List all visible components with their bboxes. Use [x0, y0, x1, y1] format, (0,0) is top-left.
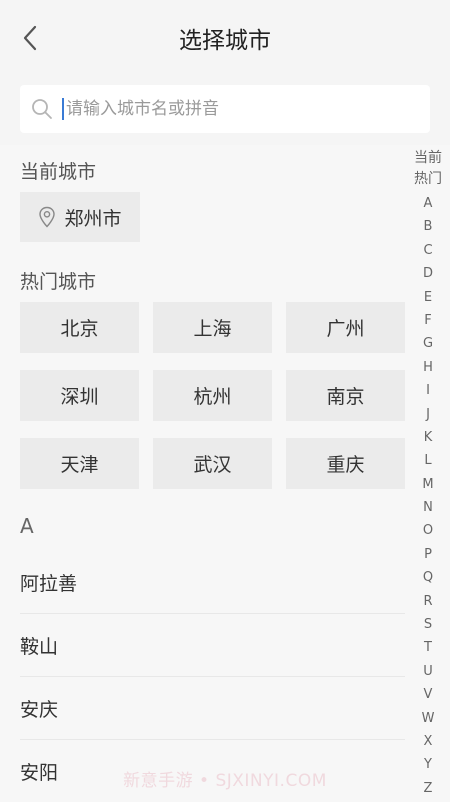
alphabet-index-bar: 当前 热门 A B C D E F G H I J K L M N O P Q …: [410, 148, 446, 800]
index-letter[interactable]: R: [423, 590, 432, 613]
index-letter[interactable]: H: [423, 356, 433, 379]
hot-city-button[interactable]: 南京: [286, 370, 405, 421]
hot-city-button[interactable]: 深圳: [20, 370, 139, 421]
index-letter[interactable]: U: [423, 660, 433, 683]
index-letter[interactable]: P: [424, 543, 432, 566]
city-list-item[interactable]: 安庆: [20, 677, 405, 740]
index-letter[interactable]: C: [423, 239, 432, 262]
hot-city-button[interactable]: 上海: [153, 302, 272, 353]
search-icon: [32, 99, 52, 119]
index-current-hot[interactable]: 当前 热门: [414, 148, 442, 190]
index-letter[interactable]: L: [424, 449, 431, 472]
index-letter[interactable]: J: [426, 403, 430, 426]
hot-city-button[interactable]: 武汉: [153, 438, 272, 489]
current-city-button[interactable]: 郑州市: [20, 192, 140, 242]
index-letter[interactable]: G: [423, 332, 433, 355]
page-title: 选择城市: [179, 27, 271, 54]
current-city-name: 郑州市: [64, 207, 122, 230]
index-top-line2: 热门: [414, 171, 442, 187]
header-bar: 选择城市: [0, 0, 450, 76]
index-letter[interactable]: M: [422, 473, 433, 496]
index-letter[interactable]: D: [423, 262, 433, 285]
index-letter[interactable]: F: [424, 309, 431, 332]
location-pin-icon: [39, 206, 56, 228]
index-letter[interactable]: N: [423, 496, 433, 519]
letter-section-header: A: [20, 514, 34, 538]
hot-city-button[interactable]: 北京: [20, 302, 139, 353]
index-letter[interactable]: B: [424, 215, 433, 238]
city-list: 阿拉善 鞍山 安庆 安阳: [20, 551, 405, 802]
hot-city-button[interactable]: 广州: [286, 302, 405, 353]
index-letter[interactable]: O: [423, 519, 433, 542]
index-letter[interactable]: Q: [423, 566, 433, 589]
hot-cities-grid: 北京 上海 广州 深圳 杭州 南京 天津 武汉 重庆: [20, 302, 406, 489]
hot-cities-label: 热门城市: [20, 271, 97, 293]
hot-city-button[interactable]: 重庆: [286, 438, 405, 489]
hot-city-button[interactable]: 杭州: [153, 370, 272, 421]
index-letter[interactable]: S: [424, 613, 432, 636]
index-letter[interactable]: X: [424, 730, 433, 753]
city-list-item[interactable]: 阿拉善: [20, 551, 405, 614]
search-area: [0, 75, 450, 145]
watermark: 新意手游 • SJXINYI.COM: [123, 771, 327, 791]
search-input[interactable]: [64, 99, 396, 119]
index-letter[interactable]: I: [426, 379, 430, 402]
index-letter[interactable]: K: [424, 426, 433, 449]
current-city-label: 当前城市: [20, 161, 97, 183]
index-letter[interactable]: E: [424, 286, 432, 309]
index-letter[interactable]: T: [424, 636, 432, 659]
city-list-item[interactable]: 鞍山: [20, 614, 405, 677]
index-letter[interactable]: W: [422, 707, 435, 730]
index-top-line1: 当前: [414, 150, 442, 166]
hot-city-button[interactable]: 天津: [20, 438, 139, 489]
search-box[interactable]: [20, 85, 430, 133]
index-letter[interactable]: A: [424, 192, 433, 215]
index-letter[interactable]: V: [424, 683, 433, 706]
